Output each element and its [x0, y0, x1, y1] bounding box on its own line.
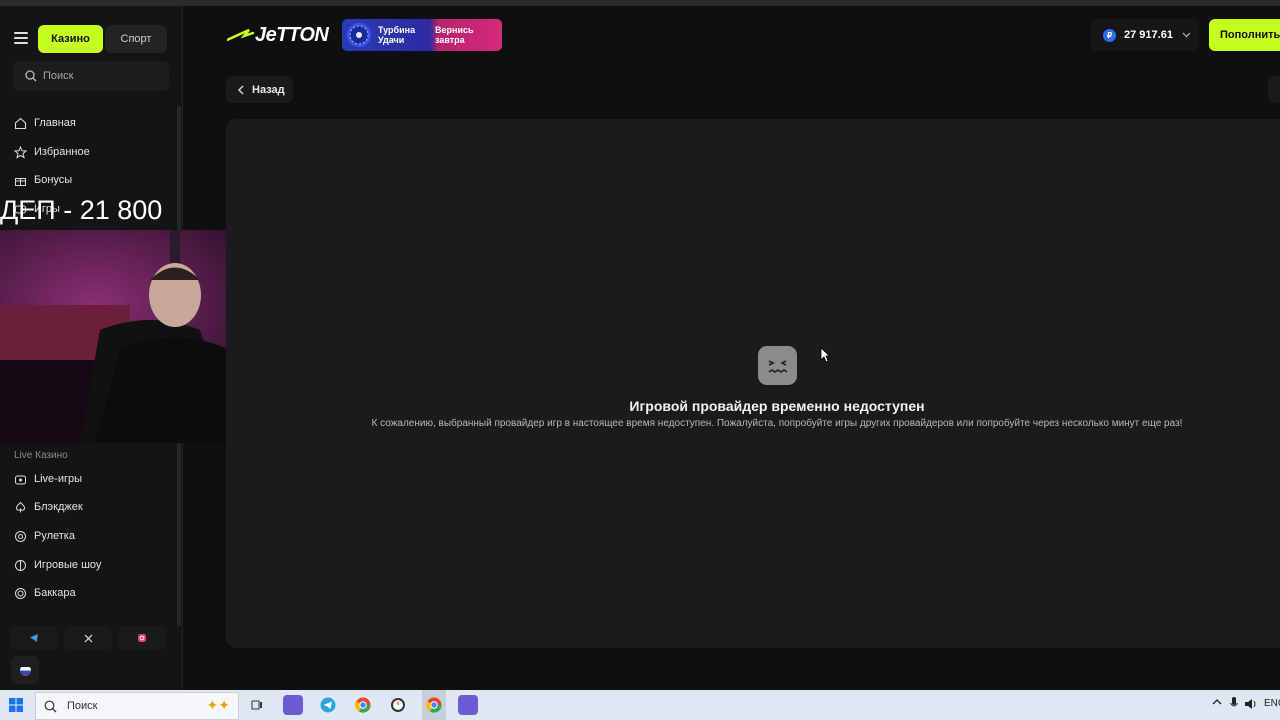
home-icon: [14, 117, 27, 130]
sidebar-item-label: Рулетка: [34, 530, 75, 542]
menu-icon[interactable]: [14, 32, 28, 44]
sad-face-icon: [758, 346, 797, 385]
logo-swoosh-icon: [227, 28, 255, 42]
sidebar-item-blackjack[interactable]: Блэкджек: [14, 498, 83, 516]
sidebar-item-label: Игровые шоу: [34, 559, 102, 571]
sidebar-item-label: Live-игры: [34, 473, 83, 485]
gift-icon: [14, 174, 27, 187]
windows-start-icon[interactable]: [9, 698, 23, 712]
back-button[interactable]: Назад: [226, 76, 293, 103]
promo-banner[interactable]: Турбина Удачи Вернись завтра: [342, 19, 502, 51]
language-selector[interactable]: [11, 656, 39, 684]
deposit-button[interactable]: Пополнить: [1209, 19, 1280, 51]
sidebar-item-label: Главная: [34, 117, 76, 129]
chevron-up-icon[interactable]: [1212, 698, 1222, 706]
chevron-down-icon: [1182, 32, 1191, 38]
sidebar-item-bonuses[interactable]: Бонусы: [14, 171, 72, 189]
sidebar-item-roulette[interactable]: Рулетка: [14, 527, 75, 545]
back-label: Назад: [252, 83, 285, 96]
social-links: [10, 626, 166, 650]
promo-line1: Турбина Удачи: [378, 25, 416, 45]
balance-amount: 27 917.61: [1124, 29, 1173, 41]
sidebar-item-label: Баккара: [34, 587, 76, 599]
chevron-left-icon: [238, 85, 244, 94]
telegram-taskbar-icon[interactable]: [318, 695, 338, 715]
logo-text: JeTTON: [255, 23, 329, 46]
search-input[interactable]: Поиск: [13, 61, 169, 91]
sidebar-item-baccarat[interactable]: Баккара: [14, 584, 76, 602]
browser-top-strip: [0, 0, 1280, 6]
sidebar-item-label: Избранное: [34, 146, 90, 158]
mouse-cursor-icon: [820, 347, 830, 363]
task-view-icon[interactable]: [247, 695, 267, 715]
ruble-icon: ₽: [1103, 28, 1116, 42]
error-title: Игровой провайдер временно недоступен: [629, 398, 925, 414]
section-label-live: Live Казино: [14, 450, 68, 461]
x-icon[interactable]: [64, 626, 112, 650]
promo-line2: Вернись завтра: [435, 25, 474, 45]
speaker-icon[interactable]: [1244, 697, 1258, 711]
search-icon: [25, 70, 37, 82]
sidebar-item-live-games[interactable]: Live-игры: [14, 470, 82, 488]
sidebar-item-favorites[interactable]: Избранное: [14, 143, 90, 161]
favorite-button[interactable]: [1268, 76, 1280, 103]
keyboard-language[interactable]: ENG: [1264, 698, 1280, 709]
sidebar-item-label: Блэкджек: [34, 501, 83, 513]
app-icon[interactable]: [283, 695, 303, 715]
taskbar-search-placeholder: Поиск: [67, 700, 98, 712]
search-icon: [44, 700, 57, 712]
windows-taskbar: Поиск ✦✦ ENG: [0, 690, 1280, 720]
chrome-icon-active[interactable]: [424, 695, 444, 715]
clock-app-icon[interactable]: [388, 695, 408, 715]
live-icon: [14, 473, 27, 486]
error-message: К сожалению, выбранный провайдер игр в н…: [371, 418, 1183, 429]
baccarat-icon: [14, 587, 27, 600]
microphone-icon[interactable]: [1230, 697, 1238, 711]
sidebar-item-home[interactable]: Главная: [14, 114, 76, 132]
tab-casino[interactable]: Казино: [38, 25, 103, 53]
tab-sport[interactable]: Спорт: [105, 25, 167, 53]
spade-icon: [14, 501, 27, 514]
sidebar-item-game-shows[interactable]: Игровые шоу: [14, 556, 101, 574]
search-placeholder: Поиск: [43, 70, 74, 82]
star-icon: [14, 145, 27, 159]
balance-selector[interactable]: ₽ 27 917.61: [1091, 19, 1199, 51]
show-icon: [14, 559, 27, 572]
game-panel: [226, 119, 1280, 648]
russia-flag-icon: [19, 665, 31, 676]
chrome-icon[interactable]: [353, 695, 373, 715]
telegram-icon[interactable]: [10, 626, 58, 650]
instagram-icon[interactable]: [118, 626, 166, 650]
taskbar-search-input[interactable]: Поиск ✦✦: [35, 692, 239, 720]
screen: Казино Спорт Поиск Главная Избранное Бон…: [0, 0, 1280, 720]
app-icon[interactable]: [458, 695, 478, 715]
roulette-icon: [14, 530, 27, 543]
sidebar-item-label: Бонусы: [34, 174, 73, 186]
stream-deposit-overlay: ДЕП - 21 800: [0, 195, 163, 225]
fortune-wheel-icon: [347, 23, 371, 47]
sparkle-icon: ✦✦: [206, 697, 230, 713]
jetton-logo[interactable]: JeTTON: [227, 23, 329, 46]
